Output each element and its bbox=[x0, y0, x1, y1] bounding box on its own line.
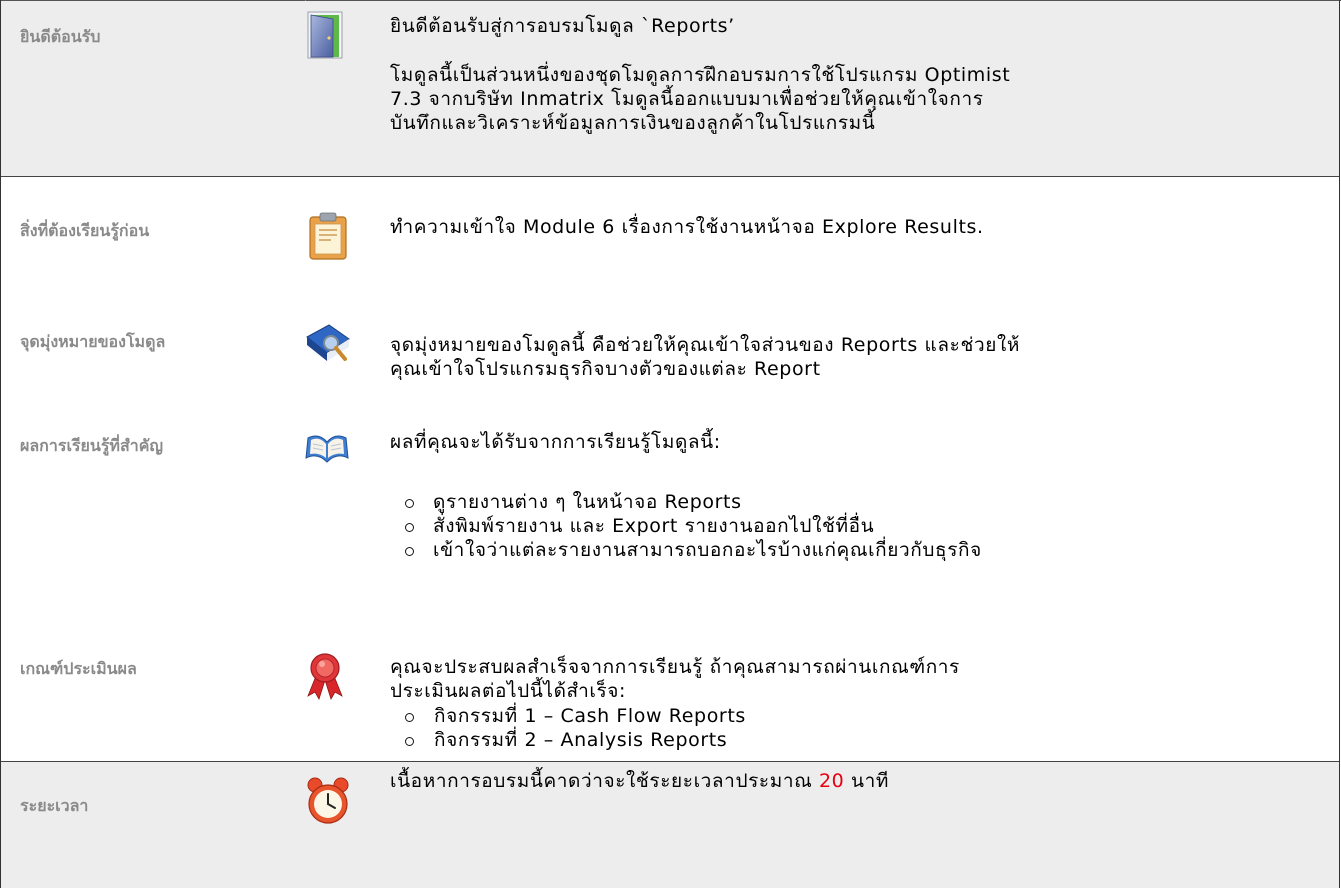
assessment-line-1: คุณจะประสบผลสำเร็จจากการเรียนรู้ ถ้าคุณส… bbox=[390, 656, 960, 678]
objectives-label: จุดมุ่งหมายของโมดูล bbox=[20, 332, 166, 351]
assessment-section: เกณฑ์ประเมินผล คุณจะประสบผลสำเร็จจากการเ… bbox=[1, 457, 1339, 762]
objectives-section: จุดมุ่งหมายของโมดูล จุดมุ่งหมายของโมดูลน… bbox=[1, 279, 1339, 380]
welcome-line-2: 7.3 จากบริษัท Inmatrix โมดูลนี้ออกแบบมาเ… bbox=[390, 88, 984, 110]
outcomes-label: ผลการเรียนรู้ที่สำคัญ bbox=[20, 436, 164, 455]
duration-section: ระยะเวลา เนื้อหาการอบรมนี้คาดว่าจะใช้ระย… bbox=[1, 762, 1339, 888]
duration-content: เนื้อหาการอบรมนี้คาดว่าจะใช้ระยะเวลาประม… bbox=[390, 769, 1330, 793]
alarm-clock-icon bbox=[307, 777, 349, 824]
assessment-label: เกณฑ์ประเมินผล bbox=[20, 659, 137, 678]
prerequisites-content: ทำความเข้าใจ Module 6 เรื่องการใช้งานหน้… bbox=[390, 215, 1330, 239]
door-icon bbox=[307, 11, 343, 59]
assessment-content: คุณจะประสบผลสำเร็จจากการเรียนรู้ ถ้าคุณส… bbox=[390, 655, 1330, 752]
outcomes-section: ผลการเรียนรู้ที่สำคัญ ผลที่คุณจะได้รับจา… bbox=[1, 357, 1339, 561]
duration-minutes: 20 bbox=[818, 770, 845, 792]
frame-right-border bbox=[1339, 0, 1340, 888]
award-ribbon-icon bbox=[307, 653, 343, 700]
duration-text-after: นาที bbox=[844, 770, 889, 792]
welcome-line-3: บันทึกและวิเคราะห์ข้อมูลการเงินของลูกค้า… bbox=[390, 112, 876, 134]
outcomes-intro: ผลที่คุณจะได้รับจากการเรียนรู้โมดูลนี้: bbox=[390, 431, 721, 453]
welcome-label: ยินดีต้อนรับ bbox=[20, 27, 101, 46]
welcome-section: ยินดีต้อนรับ ยินดีต้อนรับสู่การอบรมโมดูล… bbox=[1, 1, 1339, 177]
duration-label: ระยะเวลา bbox=[20, 796, 89, 815]
assessment-list-item: กิจกรรมที่ 1 – Cash Flow Reports bbox=[390, 704, 1330, 728]
duration-text-before: เนื้อหาการอบรมนี้คาดว่าจะใช้ระยะเวลาประม… bbox=[390, 770, 819, 792]
assessment-list: กิจกรรมที่ 1 – Cash Flow Reports กิจกรรม… bbox=[390, 704, 1330, 752]
prerequisites-label: สิ่งที่ต้องเรียนรู้ก่อน bbox=[20, 221, 150, 240]
duration-text: เนื้อหาการอบรมนี้คาดว่าจะใช้ระยะเวลาประม… bbox=[390, 769, 1330, 793]
welcome-content: ยินดีต้อนรับสู่การอบรมโมดูล `Reports’ โม… bbox=[390, 14, 1330, 135]
prerequisites-text: ทำความเข้าใจ Module 6 เรื่องการใช้งานหน้… bbox=[390, 216, 984, 238]
prerequisites-section: สิ่งที่ต้องเรียนรู้ก่อน ทำความเข้าใจ Mod… bbox=[1, 177, 1339, 279]
assessment-line-2: ประเมินผลต่อไปนี้ได้สำเร็จ: bbox=[390, 680, 627, 702]
objectives-line-1: จุดมุ่งหมายของโมดูลนี้ คือช่วยให้คุณเข้า… bbox=[390, 334, 1020, 356]
assessment-list-item: กิจกรรมที่ 2 – Analysis Reports bbox=[390, 728, 1330, 752]
clipboard-icon bbox=[309, 212, 347, 260]
welcome-title: ยินดีต้อนรับสู่การอบรมโมดูล `Reports’ bbox=[390, 15, 735, 37]
welcome-line-1: โมดูลนี้เป็นส่วนหนึ่งของชุดโมดูลการฝึกอบ… bbox=[390, 64, 1011, 86]
